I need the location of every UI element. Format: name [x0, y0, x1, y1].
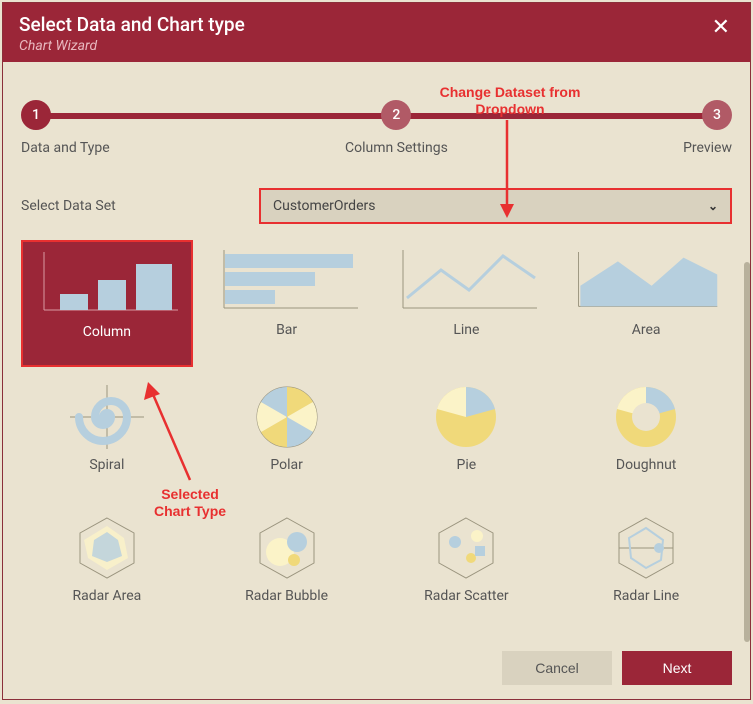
title-text: Select Data and Chart type Chart Wizard — [19, 13, 245, 54]
chart-tile-polar[interactable]: Polar — [201, 375, 373, 498]
chart-label-polar: Polar — [270, 457, 303, 479]
radar-area-icon — [32, 512, 182, 584]
step-3-circle: 3 — [702, 100, 732, 130]
dialog-title: Select Data and Chart type — [19, 13, 245, 36]
titlebar: Select Data and Chart type Chart Wizard … — [3, 3, 750, 62]
dataset-select[interactable]: CustomerOrders ⌄ — [259, 188, 732, 224]
polar-chart-icon — [212, 381, 362, 453]
step-1[interactable]: 1 Data and Type — [21, 100, 110, 156]
stepper: 1 Data and Type 2 Column Settings 3 Prev… — [21, 100, 732, 156]
dialog-subtitle: Chart Wizard — [19, 38, 245, 54]
dataset-label: Select Data Set — [21, 198, 259, 214]
chart-tile-doughnut[interactable]: Doughnut — [560, 375, 732, 498]
chart-tile-radar-scatter[interactable]: Radar Scatter — [381, 506, 553, 629]
chart-tile-column[interactable]: Column — [21, 240, 193, 367]
chart-label-radar-bubble: Radar Bubble — [245, 588, 328, 610]
chevron-down-icon: ⌄ — [708, 199, 718, 213]
chart-tile-radar-area[interactable]: Radar Area — [21, 506, 193, 629]
chart-label-radar-area: Radar Area — [72, 588, 141, 610]
line-chart-icon — [391, 246, 541, 318]
dataset-row: Select Data Set CustomerOrders ⌄ — [21, 188, 732, 224]
radar-scatter-icon — [391, 512, 541, 584]
chart-label-column: Column — [83, 324, 131, 346]
bar-chart-icon — [212, 246, 362, 318]
chart-label-doughnut: Doughnut — [616, 457, 677, 479]
chart-tile-bar[interactable]: Bar — [201, 240, 373, 367]
cancel-button[interactable]: Cancel — [502, 651, 612, 685]
chart-label-spiral: Spiral — [89, 457, 124, 479]
close-icon[interactable]: ✕ — [708, 13, 734, 43]
step-2-circle: 2 — [381, 100, 411, 130]
chart-tile-area[interactable]: Area — [560, 240, 732, 367]
radar-bubble-icon — [212, 512, 362, 584]
chart-tile-line[interactable]: Line — [381, 240, 553, 367]
dialog-content: 1 Data and Type 2 Column Settings 3 Prev… — [3, 62, 750, 639]
spiral-chart-icon — [32, 381, 182, 453]
chart-type-grid: Column Bar — [21, 240, 732, 629]
chart-label-radar-scatter: Radar Scatter — [424, 588, 509, 610]
area-chart-icon — [571, 246, 721, 318]
step-3-label: Preview — [683, 140, 732, 156]
pie-chart-icon — [391, 381, 541, 453]
doughnut-chart-icon — [571, 381, 721, 453]
chart-wizard-dialog: Select Data and Chart type Chart Wizard … — [2, 2, 751, 700]
step-3[interactable]: 3 Preview — [683, 100, 732, 156]
chart-label-line: Line — [453, 322, 479, 344]
chart-tile-pie[interactable]: Pie — [381, 375, 553, 498]
step-1-circle: 1 — [21, 100, 51, 130]
chart-label-bar: Bar — [276, 322, 297, 344]
column-chart-icon — [32, 248, 182, 320]
step-2-label: Column Settings — [345, 140, 448, 156]
radar-line-icon — [571, 512, 721, 584]
step-1-label: Data and Type — [21, 140, 110, 156]
dataset-value: CustomerOrders — [273, 198, 375, 214]
chart-label-pie: Pie — [457, 457, 477, 479]
step-2[interactable]: 2 Column Settings — [345, 100, 448, 156]
next-button[interactable]: Next — [622, 651, 732, 685]
chart-label-radar-line: Radar Line — [613, 588, 679, 610]
dialog-footer: Cancel Next — [3, 639, 750, 699]
chart-label-area: Area — [632, 322, 661, 344]
chart-tile-spiral[interactable]: Spiral — [21, 375, 193, 498]
chart-tile-radar-bubble[interactable]: Radar Bubble — [201, 506, 373, 629]
scrollbar[interactable] — [744, 262, 750, 642]
chart-tile-radar-line[interactable]: Radar Line — [560, 506, 732, 629]
